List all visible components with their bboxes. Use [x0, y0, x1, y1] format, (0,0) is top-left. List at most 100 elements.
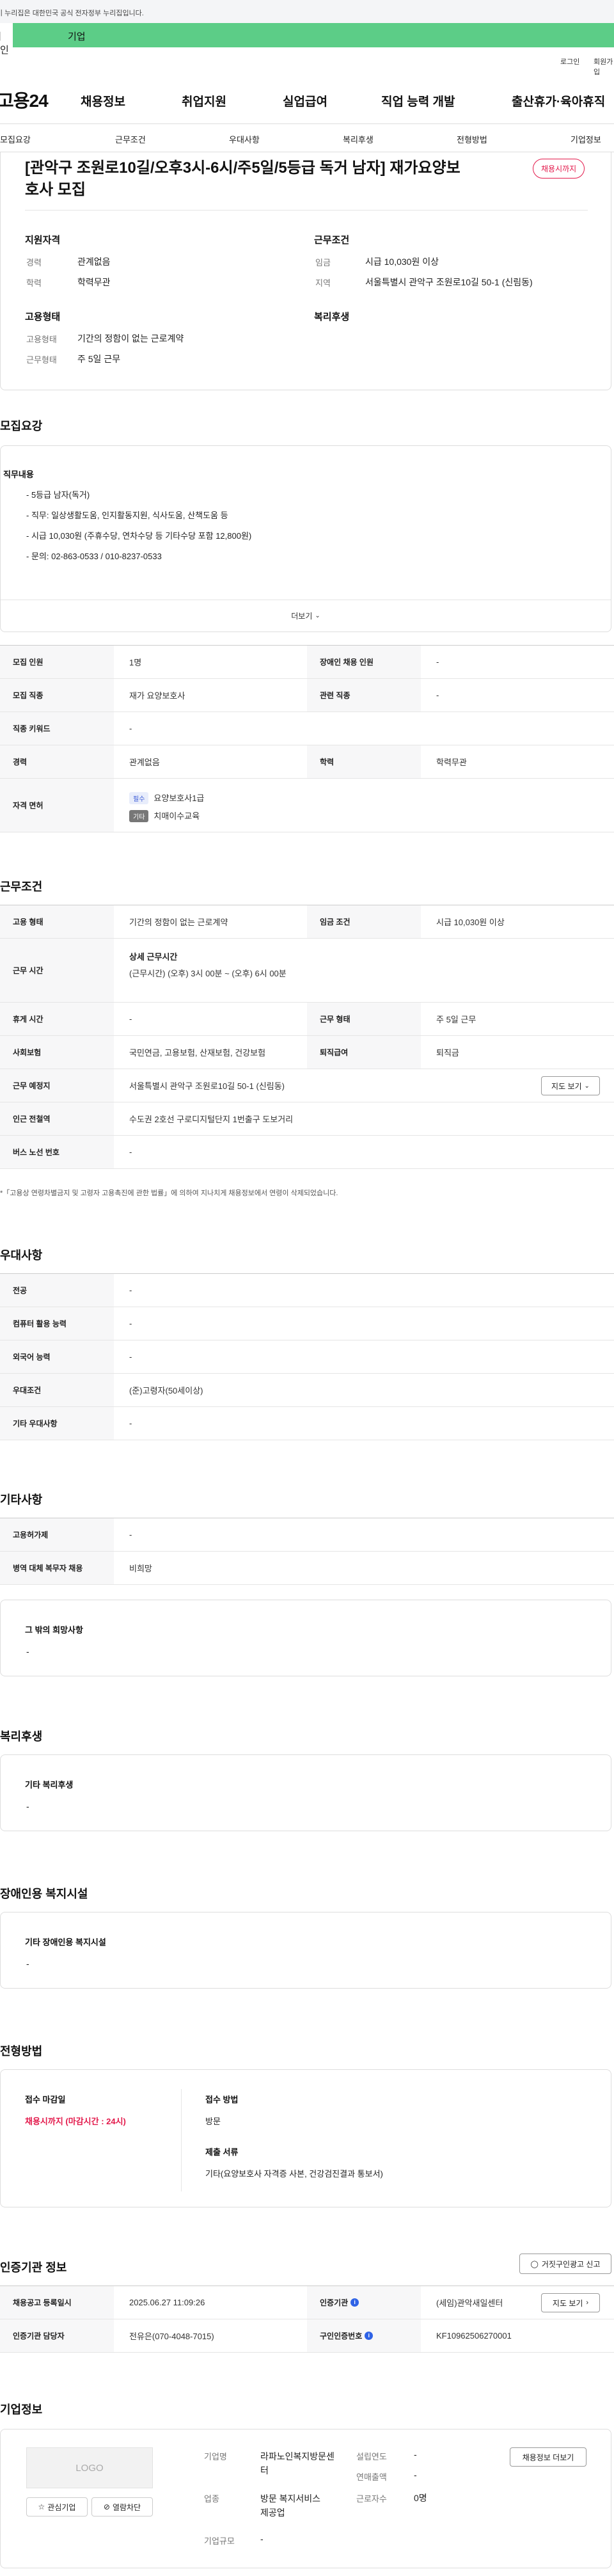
company-scale-value: - [260, 2534, 264, 2544]
gnb-item-parental-leave[interactable]: 출산휴가·육아휴직 [512, 92, 605, 109]
age-footnote: *「고용상 연령차별금지 및 고령자 고용촉진에 관한 법률」에 의하여 지나치… [0, 1189, 338, 1197]
hours-value: (근무시간) (오후) 3시 00분 ~ (오후) 6시 00분 [129, 969, 287, 978]
welfare-heading: 복리후생 [314, 312, 350, 322]
block-icon: ⊘ [103, 2502, 110, 2511]
section-nav-pref[interactable]: 우대사항 [229, 133, 260, 145]
table-row: 자격 면허 필수 요양보호사1급 기타 치매이수교육 [0, 779, 614, 832]
info-icon[interactable]: i [365, 2332, 374, 2340]
documents-label: 제출 서류 [205, 2147, 239, 2157]
severance-label: 퇴직급여 [307, 1036, 421, 1069]
insurance-value: 국민연금, 고용보험, 산재보험, 건강보험 [129, 1048, 266, 1058]
work-form-label: 근무 형태 [307, 1003, 421, 1035]
wish-heading: 그 밖의 희망사항 [25, 1625, 83, 1635]
section-nav-work[interactable]: 근무조건 [115, 133, 146, 145]
related-job-value: - [436, 690, 439, 700]
wish-card: 그 밖의 희망사항 - [0, 1600, 611, 1676]
agency-manager-value: 전유은(070-4048-7015) [129, 2332, 214, 2341]
insurance-label: 사회보험 [0, 1036, 114, 1069]
disabled-hire-value: - [436, 657, 439, 667]
company-name-label: 기업명 [204, 2452, 227, 2461]
duty-line: - 시급 10,030원 (주휴수당, 연차수당 등 기타수당 포함 12,80… [26, 531, 252, 541]
duty-line: - 문의: 02-863-0533 / 010-8237-0533 [26, 552, 162, 561]
favorite-company-button[interactable]: ☆ 관심기업 [26, 2497, 88, 2516]
selection-card: 접수 마감일 채용시까지 (마감시간 : 24시) 접수 방법 방문 제출 서류… [0, 2069, 611, 2207]
agency-map-button[interactable]: 지도 보기 › [541, 2293, 600, 2312]
work-conditions-heading: 근무조건 [314, 235, 350, 246]
headcount-label: 모집 인원 [0, 646, 114, 678]
map-button[interactable]: 지도 보기 ⌄ [541, 1076, 600, 1095]
welfare-section-heading: 복리후생 [0, 1730, 43, 1743]
job-keyword-value: - [129, 724, 132, 733]
table-row: 우대조건 (준)고령자(50세이상) [0, 1374, 614, 1407]
table-row: 인근 전철역 수도권 2호선 구로디지털단지 1번출구 도보거리 [0, 1102, 614, 1136]
gnb-item-unemployment[interactable]: 실업급여 [283, 92, 327, 109]
pref-cond-label: 우대조건 [0, 1374, 114, 1406]
gnb-item-vocational[interactable]: 직업 능력 개발 [381, 92, 455, 109]
section-nav-welfare[interactable]: 복리후생 [343, 133, 374, 145]
deadline-badge: 채용시까지 [533, 159, 585, 179]
job-keyword-label: 직종 키워드 [0, 712, 114, 745]
site-logo[interactable]: 고용24 [0, 87, 49, 113]
other-chip: 기타 [129, 810, 149, 822]
disabled-hire-label: 장애인 채용 인원 [307, 646, 421, 678]
gnb-item-jobs[interactable]: 채용정보 [81, 92, 125, 109]
cert-number-label: 구인인증번호 i [307, 2319, 421, 2352]
pref-etc-label: 기타 우대사항 [0, 1407, 114, 1440]
pref-cond-value: (준)고령자(50세이상) [129, 1386, 203, 1395]
signup-link[interactable]: 회원가입 [594, 56, 614, 77]
reg-date-value: 2025.06.27 11:09:26 [129, 2298, 205, 2307]
agency-value: (세임)관악새일센터 [436, 2298, 503, 2308]
divider [25, 210, 588, 211]
table-row: 사회보험 국민연금, 고용보험, 산재보험, 건강보험 퇴직급여 퇴직금 [0, 1036, 614, 1069]
wage-cond-label: 임금 조건 [307, 905, 421, 938]
tab-company[interactable]: 기업 [13, 23, 614, 47]
founded-label: 설립연도 [356, 2452, 387, 2461]
section-nav: 모집요강 근무조건 우대사항 복리후생 전형방법 기업정보 [0, 124, 614, 152]
hours-title: 상세 근무시간 [129, 952, 178, 962]
gov-notice-bar: 이 누리집은 대한민국 공식 전자정부 누리집입니다. [0, 0, 614, 23]
work-section-heading: 근무조건 [0, 880, 43, 893]
pc-skill-value: - [129, 1319, 132, 1328]
company-card: LOGO ☆ 관심기업 ⊘ 열람차단 기업명 라파노인복지방문센터 업종 방문 복지… [0, 2429, 611, 2568]
company-jobs-more-button[interactable]: 채용정보 더보기 [510, 2447, 586, 2467]
job-type-value: 재가 요양보호사 [129, 691, 185, 701]
gnb-item-employment-support[interactable]: 취업지원 [182, 92, 226, 109]
company-logo: LOGO [26, 2447, 153, 2488]
selection-section-heading: 전형방법 [0, 2045, 43, 2058]
section-nav-company[interactable]: 기업정보 [571, 133, 601, 145]
block-view-button[interactable]: ⊘ 열람차단 [91, 2497, 153, 2516]
work-type-label: 근무형태 [26, 355, 57, 365]
login-link[interactable]: 로그인 [560, 56, 579, 67]
apply-method-label: 접수 방법 [205, 2095, 239, 2104]
career-value: 관계없음 [77, 257, 111, 267]
employment-type-heading: 고용형태 [25, 312, 61, 322]
table-row: 휴게 시간 - 근무 형태 주 5일 근무 [0, 1003, 614, 1036]
welfare-value: - [26, 1801, 29, 1811]
agency-section-heading: 인증기관 정보 [0, 2261, 67, 2274]
chevron-right-icon: › [586, 2299, 589, 2307]
required-chip: 필수 [129, 792, 149, 804]
emp-type-value: 기간의 정함이 없는 근로계약 [129, 918, 228, 927]
tab-individual[interactable]: 개인 [0, 23, 9, 56]
work-permit-label: 고용허가제 [0, 1518, 114, 1551]
industry-label: 업종 [204, 2494, 219, 2504]
language-value: - [129, 1352, 132, 1362]
table-row: 버스 노선 번호 - [0, 1136, 614, 1169]
sales-label: 연매출액 [356, 2472, 387, 2482]
company-name-value: 라파노인복지방문센터 [260, 2451, 335, 2476]
section-nav-recruit[interactable]: 모집요강 [0, 133, 31, 145]
duty-heading: 직무내용 [3, 470, 34, 479]
more-button[interactable]: 더보기 ⌄ [1, 600, 611, 632]
job-type-label: 모집 직종 [0, 679, 114, 712]
employees-label: 근로자수 [356, 2494, 387, 2504]
license-label: 자격 면허 [0, 779, 114, 832]
bus-label: 버스 노선 번호 [0, 1136, 114, 1168]
work-type-value: 주 5일 근무 [77, 354, 121, 364]
section-nav-selection[interactable]: 전형방법 [457, 133, 487, 145]
facility-card: 기타 장애인용 복지시설 - [0, 1912, 611, 1989]
info-icon[interactable]: i [350, 2298, 359, 2307]
education-label: 학력 [26, 278, 42, 288]
work-form-value: 주 5일 근무 [436, 1015, 476, 1024]
false-ad-report-button[interactable]: ◯ 거짓구인광고 신고 [519, 2254, 611, 2274]
employees-value: 0명 [414, 2493, 427, 2503]
